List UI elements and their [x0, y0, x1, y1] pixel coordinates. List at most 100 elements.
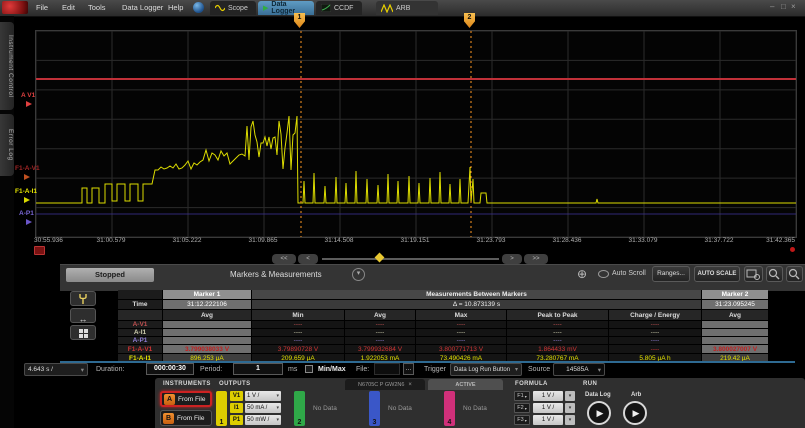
output3-bar[interactable]: 3: [369, 391, 380, 426]
crosshair-icon[interactable]: ⊕: [577, 267, 587, 281]
section-run: RUN: [583, 381, 597, 387]
trigger-dropdown[interactable]: Data Log Run Button ▾: [450, 363, 522, 376]
menu-file[interactable]: File: [36, 3, 48, 12]
zoom-out-button[interactable]: [786, 266, 803, 282]
instrument-a-button[interactable]: A From File: [160, 391, 212, 407]
minimize-button[interactable]: –: [770, 2, 774, 12]
auto-scroll-icon: [598, 270, 609, 279]
formula-f3-badge[interactable]: F3▾: [514, 415, 530, 425]
marker1-flag[interactable]: 1: [294, 13, 305, 28]
scroll-rewind-button[interactable]: <<: [272, 254, 296, 264]
f3-label: F3: [517, 417, 523, 423]
output1-i1-badge: I1: [230, 403, 243, 413]
scroll-handle[interactable]: [375, 253, 385, 263]
instrument-tab[interactable]: N6705C P GW2N6 ×: [345, 379, 425, 390]
output4-bar[interactable]: 4: [444, 391, 455, 426]
marker2-header[interactable]: Marker 2: [702, 290, 768, 299]
menu-help[interactable]: Help: [168, 3, 183, 12]
info-icon[interactable]: [193, 2, 204, 13]
scroll-end-button[interactable]: >>: [524, 254, 548, 264]
tab-scope[interactable]: Scope: [210, 1, 256, 15]
ranges-button[interactable]: Ranges...: [652, 266, 690, 282]
timescale-dropdown[interactable]: 4.643 s / ▾: [24, 363, 88, 376]
source-dropdown[interactable]: 14585A ▾: [553, 363, 605, 376]
cell-m1: [163, 321, 251, 328]
formula-f1-scale[interactable]: 1 V /: [533, 391, 563, 401]
formula-f1-dropdown[interactable]: ▾: [565, 391, 575, 401]
datalog-run-button[interactable]: ▶: [587, 401, 611, 425]
formula-f3-scale[interactable]: 1 V /: [533, 415, 563, 425]
marker1-time: 31:12.222106: [163, 300, 251, 309]
output1-p1-scale[interactable]: 50 mW / ▾: [245, 415, 281, 425]
status-badge: Stopped: [66, 268, 154, 282]
zoom-region-button[interactable]: [744, 266, 763, 282]
output1-v1-scale[interactable]: 1 V / ▾: [245, 391, 281, 401]
cell-m2: [702, 337, 768, 344]
scroll-track[interactable]: [322, 258, 499, 260]
channel-label-a-p1: A-P1: [19, 210, 34, 217]
col-header-ptp: Peak to Peak: [507, 310, 608, 320]
tab-data-logger[interactable]: ▶ Data Logger: [258, 1, 314, 15]
menu-tools[interactable]: Tools: [88, 3, 106, 12]
sidebar-tab-error-log[interactable]: Error Log: [0, 114, 14, 176]
output1-bar[interactable]: 1: [216, 391, 227, 426]
formula-f2-scale[interactable]: 1 V /: [533, 403, 563, 413]
cell-avg: ----: [345, 337, 415, 344]
minmax-checkbox[interactable]: [305, 365, 313, 373]
formula-f2-badge[interactable]: F2▾: [514, 403, 530, 413]
cell-min: ----: [252, 321, 344, 328]
scroll-back-button[interactable]: <: [298, 254, 318, 264]
x-tick: 31:14.508: [311, 237, 367, 244]
auto-scroll-toggle[interactable]: Auto Scroll: [612, 270, 646, 277]
zoom-in-button[interactable]: [766, 266, 783, 282]
wrench-icon: [77, 293, 89, 305]
view-selector-label[interactable]: Markers & Measurements: [230, 270, 322, 279]
formula-f1-badge[interactable]: F1▾: [514, 391, 530, 401]
output2-bar[interactable]: 2: [294, 391, 305, 426]
channel-arrow-f1-a-v1[interactable]: [24, 174, 30, 180]
row-label: A-P1: [118, 337, 162, 344]
measurements-table: Marker 1 Measurements Between Markers Ma…: [118, 290, 768, 362]
grid-view-button[interactable]: [70, 325, 96, 340]
menubar: File Edit Tools Data Logger Help Scope ▶…: [0, 0, 805, 17]
channel-arrow-f1-a-i1[interactable]: [24, 197, 30, 203]
close-icon[interactable]: ×: [408, 382, 412, 388]
duration-field[interactable]: 000:00:30: [146, 363, 194, 375]
maximize-button[interactable]: □: [781, 2, 786, 12]
chevron-down-icon: ▾: [525, 406, 527, 411]
tools-button[interactable]: [70, 291, 96, 306]
active-tab[interactable]: ACTIVE: [428, 379, 503, 390]
tab-ccdf[interactable]: CCDF: [316, 1, 362, 15]
row-label: A-V1: [118, 321, 162, 328]
scroll-forward-button[interactable]: >: [502, 254, 522, 264]
close-button[interactable]: ×: [791, 2, 796, 12]
tab-arb[interactable]: ARB: [376, 1, 438, 15]
instrument-b-button[interactable]: B From File: [160, 410, 212, 426]
waveform-plot[interactable]: [35, 30, 797, 238]
marker1-header[interactable]: Marker 1: [163, 290, 251, 299]
file-field[interactable]: [374, 363, 400, 375]
cell-charge: ----: [609, 337, 701, 344]
output3-no-data: No Data: [388, 405, 412, 412]
col-header-m2-avg: Avg: [702, 310, 768, 320]
menu-data-logger[interactable]: Data Logger: [122, 3, 163, 12]
markers-button[interactable]: ↔: [70, 308, 96, 323]
browse-button[interactable]: ...: [403, 363, 414, 375]
col-header-charge: Charge / Energy: [609, 310, 701, 320]
cell-avg: ----: [345, 321, 415, 328]
chevron-down-icon[interactable]: ▾: [352, 268, 365, 281]
marker2-flag[interactable]: 2: [464, 13, 475, 28]
formula-f2-dropdown[interactable]: ▾: [565, 403, 575, 413]
menu-edit[interactable]: Edit: [62, 3, 75, 12]
col-header-m1-avg: Avg: [163, 310, 251, 320]
channel-arrow-a-p1[interactable]: [26, 219, 32, 225]
period-field[interactable]: 1: [233, 363, 283, 375]
sidebar-tab-instrument-control[interactable]: Instrument Control: [0, 22, 14, 110]
x-tick: 31:09.865: [235, 237, 291, 244]
arb-run-button[interactable]: ▶: [623, 401, 647, 425]
channel-arrow-a-v1[interactable]: [26, 101, 32, 107]
cell-max: ----: [416, 329, 506, 336]
output1-i1-scale[interactable]: 50 mA / ▾: [245, 403, 281, 413]
formula-f3-dropdown[interactable]: ▾: [565, 415, 575, 425]
autoscale-button[interactable]: AUTO SCALE: [694, 266, 740, 282]
